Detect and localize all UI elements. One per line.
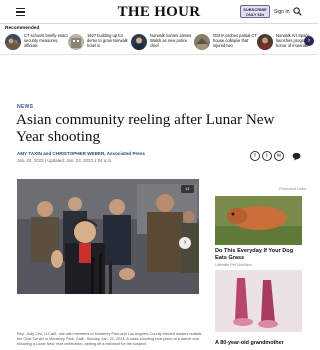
section-label[interactable]: NEWS <box>17 104 33 110</box>
twitter-share-icon[interactable]: t <box>262 151 272 161</box>
menu-icon[interactable] <box>16 8 25 17</box>
recommended-item[interactable]: OSHA probes partial CT house collapse th… <box>194 33 258 52</box>
ad-title[interactable]: Do This Everyday If Your Dog Eats Grass <box>215 248 305 261</box>
search-icon[interactable] <box>293 7 302 16</box>
ad-image[interactable] <box>215 196 302 245</box>
ad-image[interactable] <box>215 270 302 332</box>
article-headline: Asian community reeling after Lunar New … <box>16 111 275 145</box>
recommended-item[interactable]: CT schools briefly enact security measur… <box>5 33 69 52</box>
recommended-strip: CT schools briefly enact security measur… <box>5 33 313 52</box>
site-header: THE HOUR SUBSCRIBE ONLY $6¢ Sign In <box>0 0 318 24</box>
sign-in-link[interactable]: Sign In <box>274 9 290 15</box>
ad-title[interactable]: A 80-year-old grandmother <box>215 340 310 346</box>
recommended-item-text: 1927 building up for demo to grow Norwal… <box>87 33 128 48</box>
article-dateline: Jan. 22, 2023 | Updated: Jan. 23, 2023 1… <box>17 158 113 163</box>
email-share-icon[interactable]: ✉ <box>274 151 284 161</box>
recommended-thumbnail <box>5 34 21 50</box>
recommended-item[interactable]: Norwalk names James Walsh as new police … <box>131 33 195 52</box>
photo-caption: Rep. Judy Chu, D-Calif., sits with membe… <box>17 332 202 346</box>
comment-icon[interactable] <box>292 152 301 161</box>
recommended-thumbnail <box>131 34 147 50</box>
chevron-right-icon[interactable]: › <box>304 36 314 46</box>
recommended-item-text: Norwalk names James Walsh as new police … <box>150 33 192 48</box>
recommended-thumbnail <box>257 34 273 50</box>
recommended-item[interactable]: 1927 building up for demo to grow Norwal… <box>68 33 132 52</box>
ad-source: Ultimate Pet Nutrition <box>215 262 252 267</box>
divider <box>0 54 318 55</box>
recommended-item-text: CT schools briefly enact security measur… <box>24 33 68 48</box>
subscribe-button[interactable]: SUBSCRIBE ONLY $6¢ <box>240 5 270 18</box>
subscribe-price: ONLY $6¢ <box>245 12 265 17</box>
site-logo[interactable]: THE HOUR <box>0 4 318 21</box>
facebook-share-icon[interactable]: f <box>250 151 260 161</box>
chevron-right-icon[interactable]: › <box>179 237 191 249</box>
recommended-thumbnail <box>194 34 210 50</box>
recommended-thumbnail <box>68 34 84 50</box>
article-byline[interactable]: AMY TAXIN and CHRISTOPHER WEBER, Associa… <box>17 151 145 156</box>
article-photo[interactable] <box>17 179 199 294</box>
recommended-label: Recommended <box>5 26 40 31</box>
photo-count-badge[interactable]: 11 <box>181 185 194 193</box>
promoted-links-label: Promoted Links <box>279 186 307 191</box>
recommended-item-text: OSHA probes partial CT house collapse th… <box>213 33 257 48</box>
